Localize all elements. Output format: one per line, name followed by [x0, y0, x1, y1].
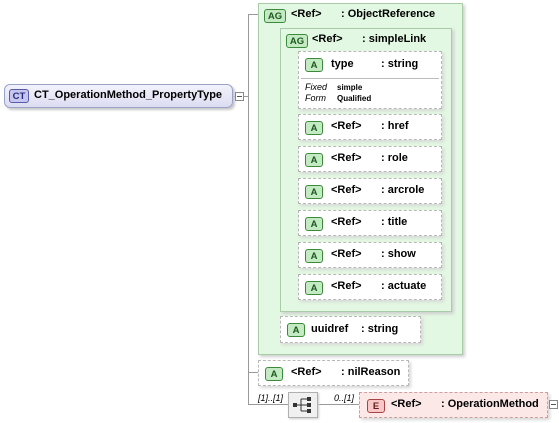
connector-seq-to-elem: [318, 404, 359, 405]
role-attribute-badge: A: [305, 153, 323, 167]
type-attribute-type: : string: [381, 58, 419, 70]
arcrole-attribute-ref: <Ref>: [331, 184, 362, 196]
nil-reason-attribute-badge: A: [265, 367, 283, 381]
href-attribute-badge: A: [305, 121, 323, 135]
show-attribute-name: : show: [381, 248, 416, 260]
nil-reason-attribute-ref: <Ref>: [291, 366, 322, 378]
actuate-attribute-name: : actuate: [381, 280, 427, 292]
actuate-attribute-badge: A: [305, 281, 323, 295]
type-attribute-name: type: [331, 58, 354, 70]
arcrole-attribute-badge: A: [305, 185, 323, 199]
connector-to-sequence: [248, 404, 288, 405]
href-attribute-ref: <Ref>: [331, 120, 362, 132]
type-attribute-divider: [301, 78, 439, 79]
operation-method-ref: <Ref>: [391, 398, 422, 410]
title-attribute-ref: <Ref>: [331, 216, 362, 228]
sequence-compositor[interactable]: [288, 392, 318, 418]
operation-method-element[interactable]: E <Ref> : OperationMethod: [359, 392, 548, 418]
role-attribute-ref: <Ref>: [331, 152, 362, 164]
arcrole-attribute-name: : arcrole: [381, 184, 425, 196]
simple-link-badge: AG: [286, 34, 308, 48]
operation-method-occurrence: 0..[1]: [334, 393, 355, 403]
uuidref-attribute-type: : string: [361, 323, 399, 335]
type-attribute[interactable]: A type : string Fixed simple Form Qualif…: [298, 51, 442, 109]
sequence-icon: [293, 397, 311, 413]
uuidref-attribute[interactable]: A uuidref : string: [280, 316, 421, 343]
arcrole-attribute[interactable]: A <Ref> : arcrole: [298, 178, 442, 204]
actuate-attribute[interactable]: A <Ref> : actuate: [298, 274, 442, 300]
complex-type-node[interactable]: CT CT_OperationMethod_PropertyType: [4, 84, 233, 108]
simple-link-ref: <Ref>: [312, 33, 343, 45]
show-attribute-badge: A: [305, 249, 323, 263]
object-reference-type: : ObjectReference: [341, 8, 436, 20]
complex-type-name: CT_OperationMethod_PropertyType: [34, 89, 223, 101]
title-attribute-badge: A: [305, 217, 323, 231]
sequence-occurrence: [1]..[1]: [258, 393, 284, 403]
uuidref-attribute-name: uuidref: [311, 323, 349, 335]
form-value: Qualified: [337, 94, 372, 103]
href-attribute-name: : href: [381, 120, 409, 132]
connector-trunk: [248, 14, 249, 404]
href-attribute[interactable]: A <Ref> : href: [298, 114, 442, 140]
type-attribute-badge: A: [305, 58, 323, 72]
actuate-attribute-ref: <Ref>: [331, 280, 362, 292]
form-label: Form: [305, 93, 326, 103]
show-attribute-ref: <Ref>: [331, 248, 362, 260]
nil-reason-attribute[interactable]: A <Ref> : nilReason: [258, 360, 409, 386]
title-attribute-name: : title: [381, 216, 408, 228]
uuidref-attribute-badge: A: [287, 323, 305, 337]
operation-method-badge: E: [367, 399, 385, 413]
title-attribute[interactable]: A <Ref> : title: [298, 210, 442, 236]
object-reference-badge: AG: [264, 9, 286, 23]
fixed-label: Fixed: [305, 82, 328, 92]
complex-type-collapse-toggle[interactable]: [235, 92, 244, 101]
nil-reason-attribute-name: : nilReason: [341, 366, 401, 378]
simple-link-type: : simpleLink: [362, 33, 427, 45]
role-attribute-name: : role: [381, 152, 408, 164]
fixed-value: simple: [337, 83, 363, 92]
complex-type-badge: CT: [9, 89, 29, 103]
object-reference-ref: <Ref>: [291, 8, 322, 20]
role-attribute[interactable]: A <Ref> : role: [298, 146, 442, 172]
operation-method-expand-toggle[interactable]: [549, 400, 558, 409]
show-attribute[interactable]: A <Ref> : show: [298, 242, 442, 268]
operation-method-name: : OperationMethod: [441, 398, 539, 410]
